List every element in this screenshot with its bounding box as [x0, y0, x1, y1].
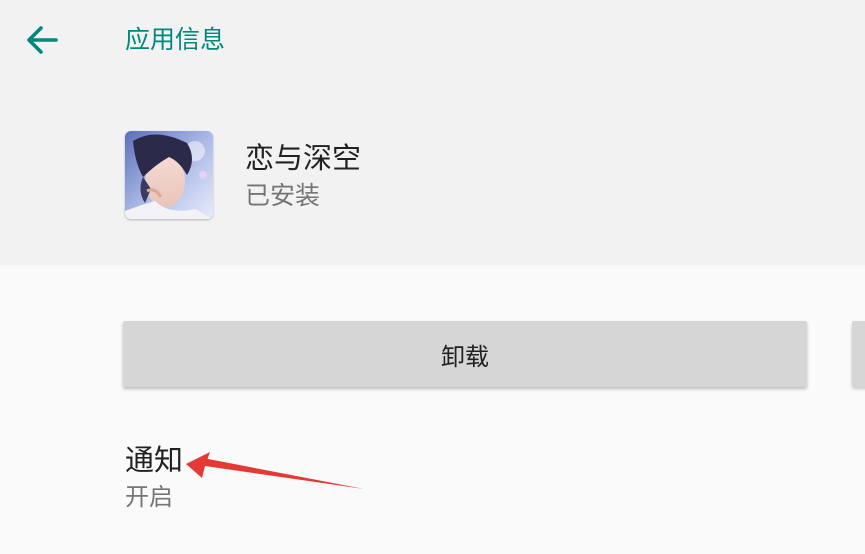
app-portrait-icon	[125, 131, 213, 219]
arrow-left-icon	[27, 26, 58, 54]
force-stop-button[interactable]	[852, 321, 865, 387]
app-name: 恋与深空	[245, 141, 362, 175]
notifications-label: 通知	[125, 443, 184, 477]
app-install-status: 已安装	[245, 181, 321, 210]
app-info-header: 应用信息 恋与深空 已安装	[0, 0, 865, 265]
page-title: 应用信息	[125, 25, 226, 54]
notifications-value: 开启	[125, 483, 173, 511]
notifications-setting-item[interactable]: 通知 开启	[125, 440, 725, 520]
uninstall-button[interactable]: 卸载	[123, 321, 807, 387]
back-button[interactable]	[18, 18, 66, 62]
